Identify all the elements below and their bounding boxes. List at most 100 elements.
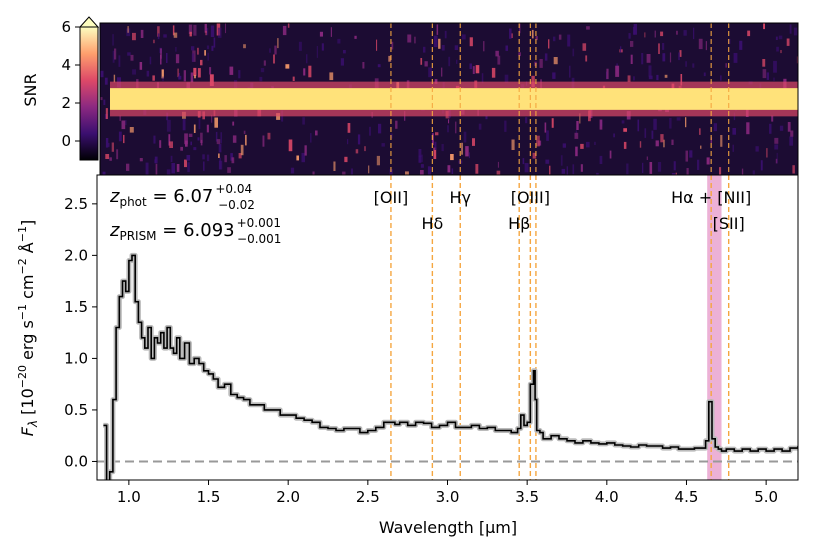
heatmap-cell — [646, 156, 648, 160]
heatmap-cell — [531, 29, 534, 39]
heatmap-cell — [303, 68, 306, 76]
heatmap-cell — [454, 45, 458, 50]
heatmap-cell — [463, 131, 467, 143]
heatmap-cell — [685, 117, 687, 128]
x-tick-label: 3.0 — [436, 488, 460, 506]
y-tick-label: 0.0 — [64, 452, 88, 470]
y-tick-label: 2.5 — [64, 195, 88, 213]
heatmap-cell — [766, 148, 768, 158]
heatmap-cell — [637, 119, 640, 132]
heatmap-cell — [548, 39, 550, 49]
heatmap-cell — [290, 167, 295, 174]
heatmap-cell — [214, 117, 218, 128]
x-axis-ticks: 1.0 1.5 2.0 2.5 3.0 3.5 4.0 4.5 5.0 — [117, 480, 778, 506]
heatmap-cell — [310, 133, 312, 143]
heatmap-cell — [746, 122, 750, 135]
heatmap-cell — [776, 46, 779, 52]
heatmap-cell — [229, 66, 234, 75]
heatmap-cell — [277, 38, 279, 49]
heatmap-cell — [465, 146, 469, 157]
heatmap-cell — [194, 75, 196, 79]
heatmap-cell — [218, 144, 222, 153]
heatmap-cell — [623, 128, 627, 132]
heatmap-cell — [732, 144, 734, 152]
emission-line-label: [OIII] — [511, 188, 550, 207]
heatmap-cell — [173, 32, 178, 38]
heatmap-cell — [683, 30, 687, 36]
heatmap-cell — [207, 52, 209, 61]
heatmap-cell — [627, 75, 631, 82]
heatmap-cell — [585, 55, 588, 62]
heatmap-cell — [259, 76, 263, 82]
heatmap-cell — [787, 122, 791, 132]
heatmap-cell — [100, 70, 104, 78]
heatmap-cell — [316, 46, 318, 58]
heatmap-cell — [606, 68, 609, 80]
heatmap-cell — [163, 34, 167, 38]
heatmap-cell — [434, 141, 437, 150]
heatmap-cell — [202, 154, 205, 160]
heatmap-cell — [769, 123, 772, 134]
heatmap-cell — [204, 50, 206, 56]
heatmap-cell — [448, 119, 450, 124]
heatmap-cell — [267, 132, 271, 140]
heatmap-cell — [475, 65, 480, 74]
heatmap-cell — [444, 30, 447, 39]
heatmap-cell — [232, 121, 235, 126]
heatmap-cell — [274, 45, 277, 55]
heatmap-cell — [775, 36, 778, 40]
heatmap-cell — [139, 62, 143, 70]
heatmap-cell — [354, 35, 357, 39]
heatmap-cell — [676, 30, 678, 35]
heatmap-cell — [183, 70, 186, 82]
heatmap-cell — [505, 45, 508, 51]
x-tick-label: 2.5 — [356, 488, 380, 506]
heatmap-cell — [633, 23, 637, 35]
heatmap-cell — [698, 38, 703, 50]
heatmap-cell — [127, 52, 131, 56]
heatmap-cell — [343, 50, 346, 54]
colorbar-tick-label: 2 — [61, 94, 71, 112]
heatmap-cell — [491, 67, 496, 78]
heatmap-cell — [301, 152, 305, 163]
heatmap-cell — [630, 54, 633, 64]
heatmap-cell — [333, 161, 336, 171]
heatmap-cell — [697, 159, 700, 170]
heatmap-cell — [159, 140, 162, 148]
heatmap-cell — [298, 41, 302, 51]
heatmap-cell — [771, 115, 774, 122]
heatmap-cell — [544, 53, 548, 61]
heatmap-cell — [789, 136, 793, 146]
heatmap-cell — [693, 27, 695, 40]
heatmap-cell — [599, 155, 603, 164]
heatmap-cell — [321, 43, 324, 51]
heatmap-cell — [685, 150, 688, 162]
heatmap-cell — [739, 40, 743, 50]
heatmap-cell — [395, 120, 398, 129]
heatmap-cell — [125, 120, 127, 126]
y-tick-label: 1.5 — [64, 298, 88, 316]
heatmap-cell — [121, 120, 126, 130]
heatmap-cell — [447, 125, 449, 133]
heatmap-cell — [586, 26, 590, 30]
x-tick-label: 4.0 — [595, 488, 619, 506]
heatmap-cell — [623, 141, 627, 149]
heatmap-cell — [243, 130, 246, 134]
heatmap-cell — [574, 132, 579, 139]
heatmap-cell — [664, 74, 668, 78]
heatmap-cell — [123, 134, 125, 144]
x-axis-label: Wavelength [μm] — [379, 518, 517, 537]
heatmap-cell — [355, 149, 359, 154]
heatmap-cell — [191, 46, 195, 51]
heatmap-cell — [580, 143, 584, 149]
heatmap-cell — [720, 75, 722, 81]
heatmap-cell — [660, 31, 664, 37]
heatmap-cell — [660, 134, 664, 143]
heatmap-cell — [205, 31, 207, 36]
heatmap-cell — [155, 163, 158, 175]
heatmap-cell — [206, 124, 209, 133]
heatmap-cell — [613, 133, 615, 138]
heatmap-cell — [240, 144, 244, 156]
x-tick-label: 1.5 — [197, 488, 221, 506]
y-tick-label: 1.0 — [64, 349, 88, 367]
